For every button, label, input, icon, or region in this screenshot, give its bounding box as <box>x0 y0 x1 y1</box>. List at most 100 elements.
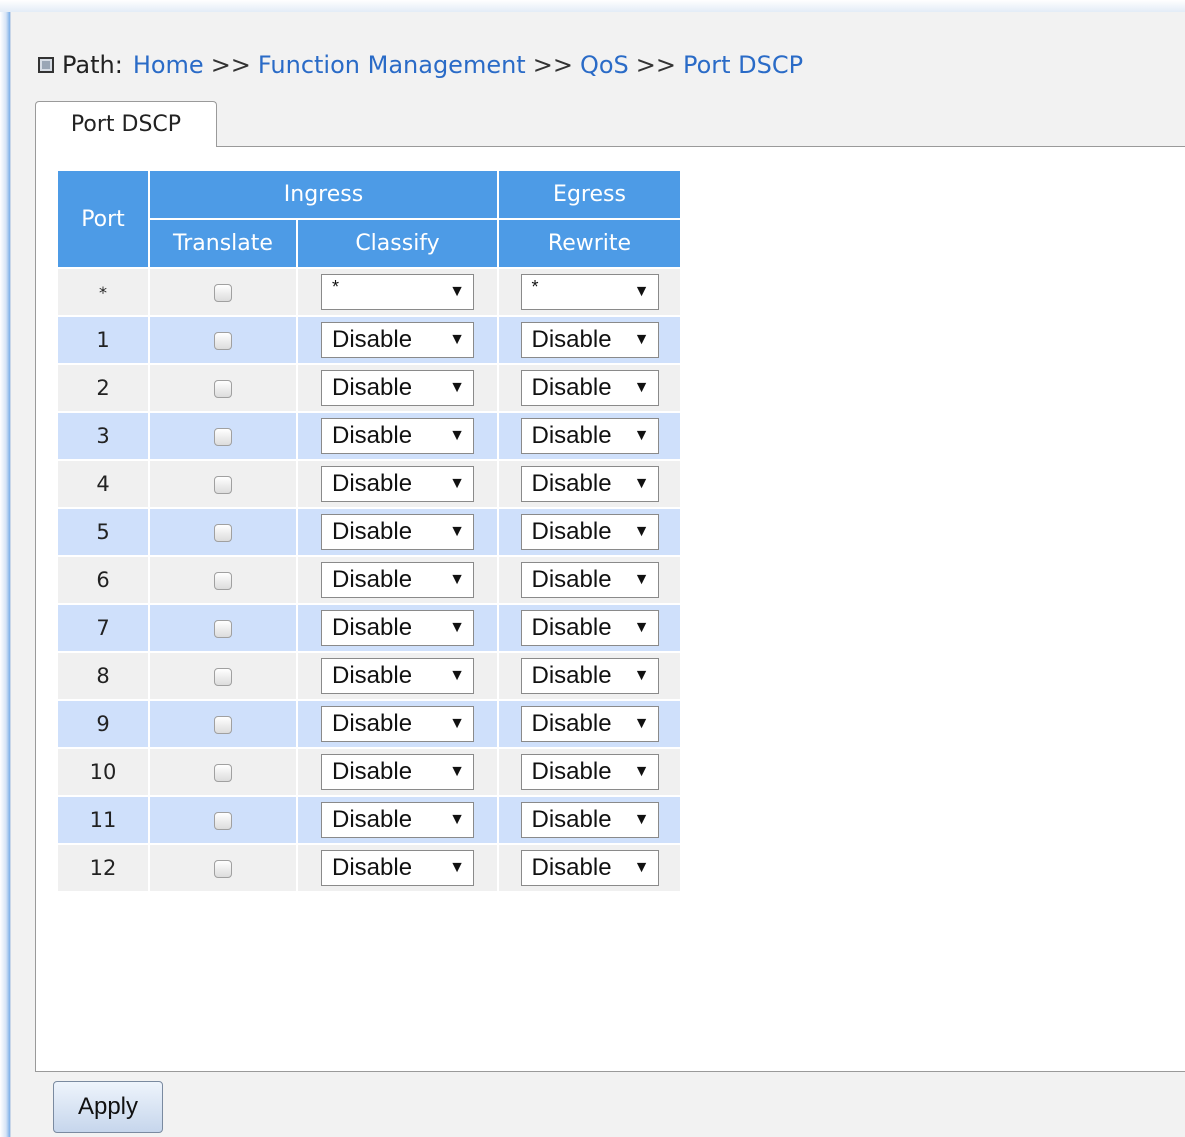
table-row: 8 Disable ▼ Disable ▼ <box>56 651 682 701</box>
classify-select[interactable]: Disable ▼ <box>321 802 474 838</box>
rewrite-select[interactable]: Disable ▼ <box>520 802 659 838</box>
rewrite-select[interactable]: Disable ▼ <box>520 514 659 550</box>
dropdown-arrow-icon: ▼ <box>449 331 465 348</box>
rewrite-select[interactable]: Disable ▼ <box>520 610 659 646</box>
dropdown-arrow-icon: ▼ <box>633 619 650 636</box>
breadcrumb-home[interactable]: Home <box>133 51 204 79</box>
classify-select[interactable]: Disable ▼ <box>321 754 474 790</box>
dropdown-arrow-icon: ▼ <box>449 475 465 492</box>
translate-cell <box>148 795 298 845</box>
translate-checkbox[interactable] <box>214 716 232 734</box>
rewrite-select-value: Disable <box>531 374 612 401</box>
breadcrumb-qos[interactable]: QoS <box>580 51 629 79</box>
classify-select[interactable]: Disable ▼ <box>321 658 474 694</box>
classify-select[interactable]: Disable ▼ <box>321 562 474 598</box>
port-cell: * <box>56 267 150 317</box>
classify-select[interactable]: Disable ▼ <box>321 466 474 502</box>
port-cell: 7 <box>56 603 150 653</box>
classify-cell: Disable ▼ <box>296 315 499 365</box>
rewrite-select[interactable]: * ▼ <box>520 274 659 310</box>
translate-checkbox[interactable] <box>214 476 232 494</box>
dropdown-arrow-icon: ▼ <box>633 427 650 444</box>
table-row: 7 Disable ▼ Disable ▼ <box>56 603 682 653</box>
classify-select[interactable]: Disable ▼ <box>321 610 474 646</box>
dropdown-arrow-icon: ▼ <box>633 859 650 876</box>
rewrite-select[interactable]: Disable ▼ <box>520 706 659 742</box>
rewrite-select-value: Disable <box>531 566 612 593</box>
rewrite-cell: Disable ▼ <box>497 651 682 701</box>
header-port: Port <box>56 169 150 269</box>
translate-checkbox[interactable] <box>214 380 232 398</box>
translate-checkbox[interactable] <box>214 332 232 350</box>
breadcrumb-separator: >> <box>532 51 573 79</box>
port-cell: 6 <box>56 555 150 605</box>
header-rewrite: Rewrite <box>497 218 682 269</box>
translate-checkbox[interactable] <box>214 284 232 302</box>
rewrite-select[interactable]: Disable ▼ <box>520 466 659 502</box>
port-cell: 3 <box>56 411 150 461</box>
tab-port-dscp[interactable]: Port DSCP <box>35 101 217 147</box>
rewrite-select[interactable]: Disable ▼ <box>520 562 659 598</box>
rewrite-select[interactable]: Disable ▼ <box>520 850 659 886</box>
breadcrumb-port-dscp[interactable]: Port DSCP <box>683 51 803 79</box>
rewrite-cell: Disable ▼ <box>497 555 682 605</box>
classify-select[interactable]: Disable ▼ <box>321 322 474 358</box>
translate-checkbox[interactable] <box>214 428 232 446</box>
classify-cell: Disable ▼ <box>296 507 499 557</box>
classify-select[interactable]: Disable ▼ <box>321 418 474 454</box>
classify-select-value: * <box>332 277 340 297</box>
breadcrumb-separator: >> <box>210 51 251 79</box>
table-row: 11 Disable ▼ Disable ▼ <box>56 795 682 845</box>
classify-select[interactable]: Disable ▼ <box>321 370 474 406</box>
classify-select-value: Disable <box>332 710 413 737</box>
dropdown-arrow-icon: ▼ <box>449 523 465 540</box>
translate-checkbox[interactable] <box>214 668 232 686</box>
rewrite-select[interactable]: Disable ▼ <box>520 658 659 694</box>
dropdown-arrow-icon: ▼ <box>449 715 465 732</box>
rewrite-select-value: Disable <box>531 854 612 881</box>
dropdown-arrow-icon: ▼ <box>633 571 650 588</box>
classify-select[interactable]: Disable ▼ <box>321 514 474 550</box>
translate-cell <box>148 459 298 509</box>
left-frame-bar <box>0 12 10 1137</box>
dropdown-arrow-icon: ▼ <box>449 763 465 780</box>
translate-checkbox[interactable] <box>214 812 232 830</box>
rewrite-select[interactable]: Disable ▼ <box>520 754 659 790</box>
translate-checkbox[interactable] <box>214 620 232 638</box>
path-label: Path: <box>62 51 123 79</box>
rewrite-select-value: Disable <box>531 614 612 641</box>
port-dscp-table: Port Ingress Egress Translate Classify R… <box>56 169 682 893</box>
port-cell: 10 <box>56 747 150 797</box>
breadcrumb-function-management[interactable]: Function Management <box>258 51 526 79</box>
path-square-icon <box>38 57 54 73</box>
dropdown-arrow-icon: ▼ <box>633 667 650 684</box>
classify-select[interactable]: Disable ▼ <box>321 706 474 742</box>
apply-button[interactable]: Apply <box>53 1081 163 1133</box>
rewrite-select[interactable]: Disable ▼ <box>520 322 659 358</box>
table-row: 6 Disable ▼ Disable ▼ <box>56 555 682 605</box>
header-classify: Classify <box>296 218 499 269</box>
classify-select-value: Disable <box>332 662 413 689</box>
translate-checkbox[interactable] <box>214 860 232 878</box>
table-row: 10 Disable ▼ Disable ▼ <box>56 747 682 797</box>
page: Path: Home >> Function Management >> QoS… <box>0 0 1185 1137</box>
dropdown-arrow-icon: ▼ <box>449 667 465 684</box>
translate-cell <box>148 363 298 413</box>
rewrite-select-value: Disable <box>531 326 612 353</box>
rewrite-select[interactable]: Disable ▼ <box>520 418 659 454</box>
classify-select-value: Disable <box>332 758 413 785</box>
classify-cell: Disable ▼ <box>296 555 499 605</box>
classify-select[interactable]: Disable ▼ <box>321 850 474 886</box>
header-translate: Translate <box>148 218 298 269</box>
breadcrumb: Path: Home >> Function Management >> QoS… <box>38 48 803 82</box>
classify-select[interactable]: * ▼ <box>321 274 474 310</box>
classify-select-value: Disable <box>332 614 413 641</box>
classify-select-value: Disable <box>332 326 413 353</box>
rewrite-select[interactable]: Disable ▼ <box>520 370 659 406</box>
rewrite-cell: Disable ▼ <box>497 603 682 653</box>
classify-cell: Disable ▼ <box>296 747 499 797</box>
translate-checkbox[interactable] <box>214 572 232 590</box>
translate-checkbox[interactable] <box>214 524 232 542</box>
classify-select-value: Disable <box>332 806 413 833</box>
translate-checkbox[interactable] <box>214 764 232 782</box>
